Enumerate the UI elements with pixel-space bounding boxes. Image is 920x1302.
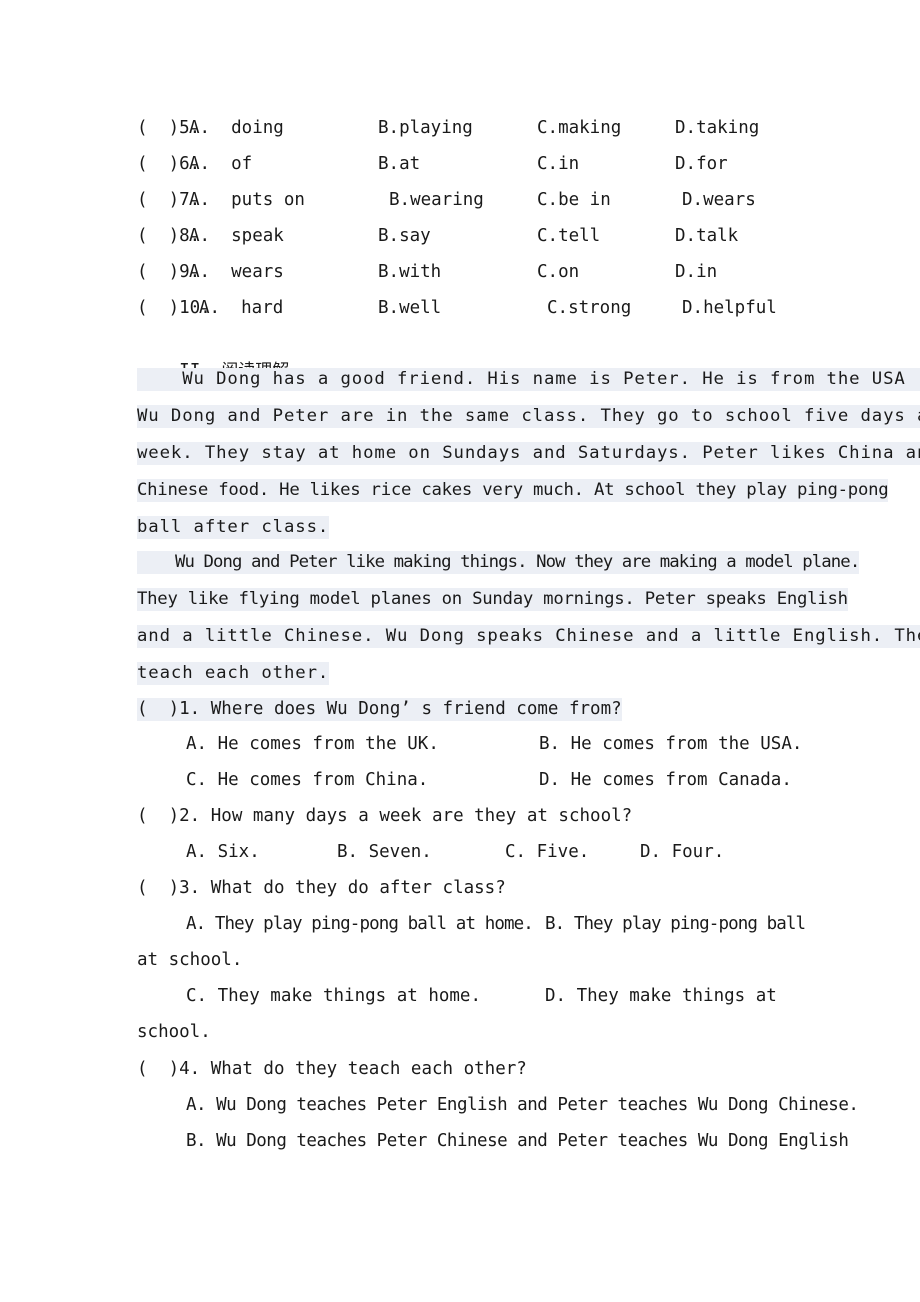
option-c[interactable]: C.strong bbox=[547, 298, 631, 318]
reading-option-d-continued: school. bbox=[137, 1022, 211, 1042]
option-c[interactable]: C.making bbox=[537, 118, 621, 138]
reading-option-b-continued: at school. bbox=[137, 950, 243, 970]
option-b[interactable]: B.at bbox=[378, 154, 420, 174]
passage-line: Wu Dong and Peter like making things. No… bbox=[137, 551, 860, 574]
option-d[interactable]: D.in bbox=[675, 262, 717, 282]
passage-line: Wu Dong and Peter are in the same class.… bbox=[137, 405, 920, 428]
option-b[interactable]: B.wearing bbox=[389, 190, 484, 210]
option-d[interactable]: D.helpful bbox=[682, 298, 777, 318]
reading-option-a[interactable]: A. He comes from the UK. bbox=[186, 734, 439, 754]
option-a[interactable]: A. hard bbox=[199, 298, 283, 318]
passage-line: teach each other. bbox=[137, 662, 330, 685]
reading-option-a[interactable]: A. Wu Dong teaches Peter English and Pet… bbox=[186, 1095, 859, 1115]
reading-option-a[interactable]: A. Six. bbox=[186, 842, 260, 862]
reading-option-d[interactable]: D. He comes from Canada. bbox=[539, 770, 792, 790]
passage-line: They like flying model planes on Sunday … bbox=[137, 588, 848, 611]
reading-question-stem: ( )2. How many days a week are they at s… bbox=[137, 806, 633, 826]
reading-question-stem: ( )4. What do they teach each other? bbox=[137, 1059, 527, 1079]
option-b[interactable]: B.with bbox=[378, 262, 441, 282]
cloze-row: ( )9. A. wears B.with C.on D.in bbox=[137, 262, 837, 298]
reading-option-c[interactable]: C. He comes from China. bbox=[186, 770, 428, 790]
option-b[interactable]: B.say bbox=[378, 226, 431, 246]
passage-line: Chinese food. He likes rice cakes very m… bbox=[137, 479, 889, 502]
option-a[interactable]: A. doing bbox=[189, 118, 284, 138]
cloze-row: ( )10. A. hard B.well C.strong D.helpful bbox=[137, 298, 837, 334]
option-a[interactable]: A. puts on bbox=[189, 190, 305, 210]
reading-option-b[interactable]: B. He comes from the USA. bbox=[539, 734, 802, 754]
option-d[interactable]: D.talk bbox=[675, 226, 738, 246]
option-c[interactable]: C.tell bbox=[537, 226, 600, 246]
option-d[interactable]: D.for bbox=[675, 154, 728, 174]
document-page: ( )5. A. doing B.playing C.making D.taki… bbox=[0, 0, 920, 1302]
cloze-row: ( )5. A. doing B.playing C.making D.taki… bbox=[137, 118, 837, 154]
cloze-row: ( )6. A. of B.at C.in D.for bbox=[137, 154, 837, 190]
reading-option-b[interactable]: B. Wu Dong teaches Peter Chinese and Pet… bbox=[186, 1131, 849, 1151]
reading-option-b[interactable]: B. Seven. bbox=[337, 842, 432, 862]
reading-question-stem: ( )1. Where does Wu Dong’ s friend come … bbox=[137, 698, 622, 721]
option-a[interactable]: A. of bbox=[189, 154, 252, 174]
option-c[interactable]: C.on bbox=[537, 262, 579, 282]
passage-line: and a little Chinese. Wu Dong speaks Chi… bbox=[137, 625, 920, 648]
option-a[interactable]: A. wears bbox=[189, 262, 284, 282]
passage-line: ball after class. bbox=[137, 516, 330, 539]
passage-line: week. They stay at home on Sundays and S… bbox=[137, 442, 920, 465]
option-c[interactable]: C.be in bbox=[537, 190, 611, 210]
reading-option-c[interactable]: C. Five. bbox=[505, 842, 589, 862]
reading-option-a[interactable]: A. They play ping-pong ball at home. bbox=[186, 914, 534, 934]
option-c[interactable]: C.in bbox=[537, 154, 579, 174]
option-b[interactable]: B.playing bbox=[378, 118, 473, 138]
option-b[interactable]: B.well bbox=[378, 298, 441, 318]
passage-line: Wu Dong has a good friend. His name is P… bbox=[137, 368, 920, 391]
reading-option-d[interactable]: D. Four. bbox=[640, 842, 724, 862]
reading-question-stem: ( )3. What do they do after class? bbox=[137, 878, 506, 898]
cloze-row: ( )7. A. puts on B.wearing C.be in D.wea… bbox=[137, 190, 837, 226]
reading-option-b[interactable]: B. They play ping-pong ball bbox=[545, 914, 806, 934]
option-d[interactable]: D.wears bbox=[682, 190, 756, 210]
reading-option-d[interactable]: D. They make things at bbox=[545, 986, 777, 1006]
option-a[interactable]: A. speak bbox=[189, 226, 284, 246]
reading-option-c[interactable]: C. They make things at home. bbox=[186, 986, 481, 1006]
cloze-row: ( )8. A. speak B.say C.tell D.talk bbox=[137, 226, 837, 262]
option-d[interactable]: D.taking bbox=[675, 118, 759, 138]
